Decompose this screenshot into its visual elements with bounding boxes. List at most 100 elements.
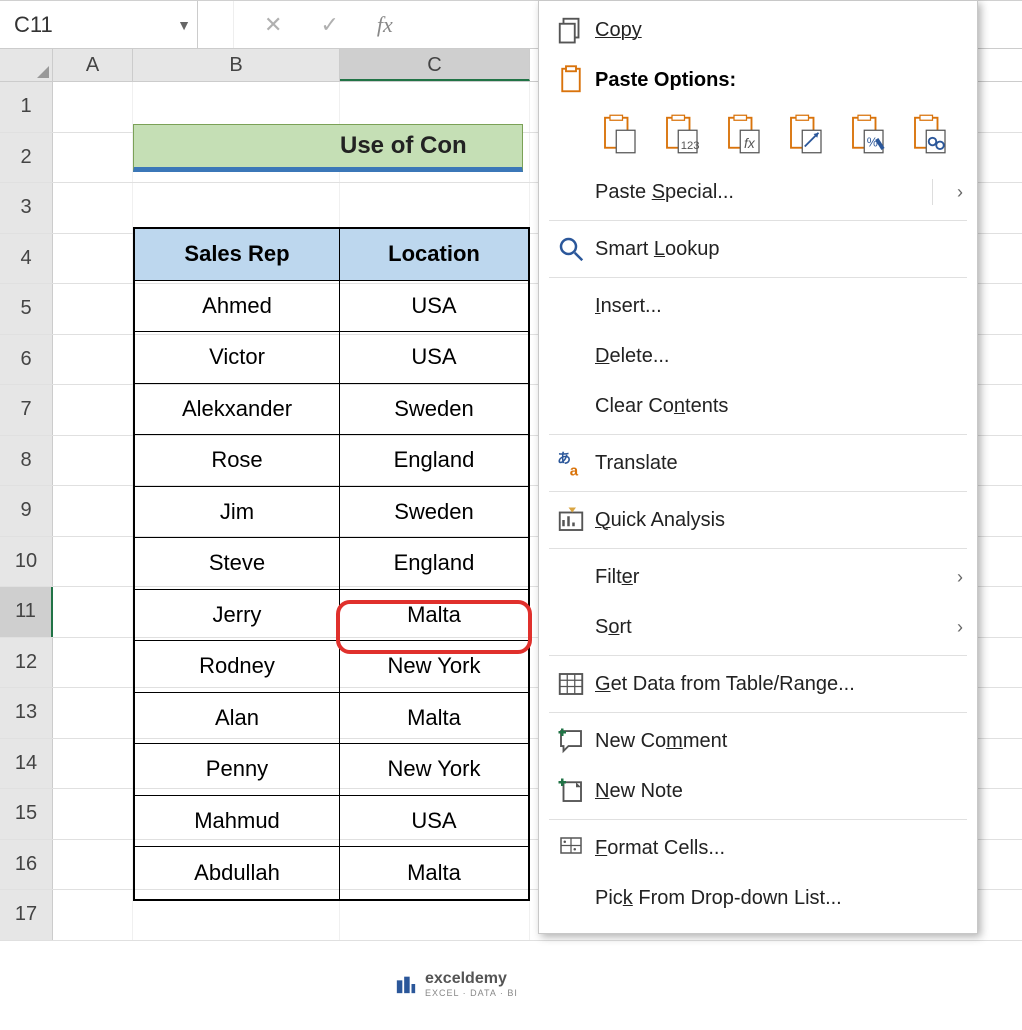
menu-new-note[interactable]: New Note [539, 766, 977, 816]
row-header-15[interactable]: 15 [0, 789, 53, 839]
location-cell[interactable]: USA [340, 332, 528, 383]
row-header-6[interactable]: 6 [0, 335, 53, 385]
row-header-9[interactable]: 9 [0, 486, 53, 536]
location-cell[interactable]: USA [340, 281, 528, 332]
sales-rep-cell[interactable]: Ahmed [135, 281, 340, 332]
cell-A7[interactable] [53, 385, 133, 435]
menu-insert[interactable]: Insert... [539, 281, 977, 331]
row-header-3[interactable]: 3 [0, 183, 53, 233]
menu-copy[interactable]: Copy [539, 5, 977, 55]
location-cell[interactable]: Sweden [340, 384, 528, 435]
row-header-7[interactable]: 7 [0, 385, 53, 435]
row-header-16[interactable]: 16 [0, 840, 53, 890]
sales-rep-cell[interactable]: Jim [135, 487, 340, 538]
paste-formulas-icon[interactable]: fx [719, 109, 769, 159]
menu-new-comment[interactable]: New Comment [539, 716, 977, 766]
row-header-13[interactable]: 13 [0, 688, 53, 738]
location-cell[interactable]: USA [340, 796, 528, 847]
paste-values-icon[interactable]: 123 [657, 109, 707, 159]
sales-rep-cell[interactable]: Rose [135, 435, 340, 486]
name-box[interactable]: C11 [0, 12, 171, 38]
cell-A13[interactable] [53, 688, 133, 738]
row-header-14[interactable]: 14 [0, 739, 53, 789]
menu-paste-special-label: Paste Special... [595, 181, 734, 204]
cell-A6[interactable] [53, 335, 133, 385]
menu-sort[interactable]: Sort › [539, 602, 977, 652]
menu-format-cells[interactable]: Format Cells... [539, 823, 977, 873]
location-cell[interactable]: Sweden [340, 487, 528, 538]
name-box-dropdown-icon[interactable]: ▼ [171, 17, 197, 33]
menu-smart-lookup[interactable]: Smart Lookup [539, 224, 977, 274]
paste-transpose-icon[interactable] [781, 109, 831, 159]
row-header-17[interactable]: 17 [0, 890, 53, 940]
row-header-1[interactable]: 1 [0, 82, 53, 132]
paste-link-icon[interactable] [905, 109, 955, 159]
svg-text:123: 123 [681, 140, 700, 152]
cell-B3[interactable] [133, 183, 340, 233]
sales-rep-cell[interactable]: Rodney [135, 641, 340, 692]
paste-default-icon[interactable] [595, 109, 645, 159]
translate-icon: あa [553, 448, 589, 478]
location-cell[interactable]: New York [340, 641, 528, 692]
location-cell[interactable]: Malta [340, 847, 528, 899]
sales-rep-cell[interactable]: Steve [135, 538, 340, 589]
menu-clear-contents[interactable]: Clear Contents [539, 381, 977, 431]
row-header-2[interactable]: 2 [0, 133, 53, 183]
title-banner: Use of Con [133, 124, 523, 172]
table-row: AhmedUSA [135, 281, 528, 333]
select-all-triangle[interactable] [0, 49, 53, 81]
cell-A15[interactable] [53, 789, 133, 839]
cell-A5[interactable] [53, 284, 133, 334]
menu-new-note-label: New Note [595, 780, 683, 803]
menu-translate[interactable]: あa Translate [539, 438, 977, 488]
confirm-formula-icon: ✓ [320, 12, 338, 38]
row-header-8[interactable]: 8 [0, 436, 53, 486]
cell-A3[interactable] [53, 183, 133, 233]
cell-A8[interactable] [53, 436, 133, 486]
menu-paste-special[interactable]: Paste Special... › [539, 167, 977, 217]
cell-A14[interactable] [53, 739, 133, 789]
sales-rep-cell[interactable]: Jerry [135, 590, 340, 641]
column-header-A[interactable]: A [53, 49, 133, 81]
cell-A17[interactable] [53, 890, 133, 940]
fx-icon[interactable]: fx [377, 12, 393, 38]
paste-formatting-icon[interactable]: % [843, 109, 893, 159]
menu-delete[interactable]: Delete... [539, 331, 977, 381]
cell-A11[interactable] [53, 587, 133, 637]
menu-pick-list-label: Pick From Drop-down List... [595, 887, 842, 910]
location-cell[interactable]: Malta [340, 693, 528, 744]
row-header-5[interactable]: 5 [0, 284, 53, 334]
cell-C3[interactable] [340, 183, 530, 233]
row-header-4[interactable]: 4 [0, 234, 53, 284]
sales-rep-cell[interactable]: Mahmud [135, 796, 340, 847]
location-cell[interactable]: England [340, 538, 528, 589]
sales-rep-cell[interactable]: Abdullah [135, 847, 340, 899]
location-cell[interactable]: Malta [340, 590, 528, 641]
cell-A10[interactable] [53, 537, 133, 587]
menu-filter[interactable]: Filter › [539, 552, 977, 602]
row-header-12[interactable]: 12 [0, 638, 53, 688]
location-cell[interactable]: England [340, 435, 528, 486]
sales-rep-cell[interactable]: Victor [135, 332, 340, 383]
paste-options-label: Paste Options: [595, 69, 736, 92]
cell-A12[interactable] [53, 638, 133, 688]
location-cell[interactable]: New York [340, 744, 528, 795]
cell-A4[interactable] [53, 234, 133, 284]
row-header-11[interactable]: 11 [0, 587, 53, 637]
menu-pick-list[interactable]: Pick From Drop-down List... [539, 873, 977, 923]
menu-format-cells-label: Format Cells... [595, 837, 725, 860]
menu-quick-analysis[interactable]: Quick Analysis [539, 495, 977, 545]
sales-rep-cell[interactable]: Penny [135, 744, 340, 795]
cell-A9[interactable] [53, 486, 133, 536]
cell-A1[interactable] [53, 82, 133, 132]
header-location: Location [340, 229, 528, 280]
menu-filter-label: Filter [595, 566, 639, 589]
cell-A2[interactable] [53, 133, 133, 183]
sales-rep-cell[interactable]: Alan [135, 693, 340, 744]
cell-A16[interactable] [53, 840, 133, 890]
column-header-B[interactable]: B [133, 49, 340, 81]
row-header-10[interactable]: 10 [0, 537, 53, 587]
column-header-C[interactable]: C [340, 49, 530, 81]
menu-get-data[interactable]: Get Data from Table/Range... [539, 659, 977, 709]
sales-rep-cell[interactable]: Alekxander [135, 384, 340, 435]
